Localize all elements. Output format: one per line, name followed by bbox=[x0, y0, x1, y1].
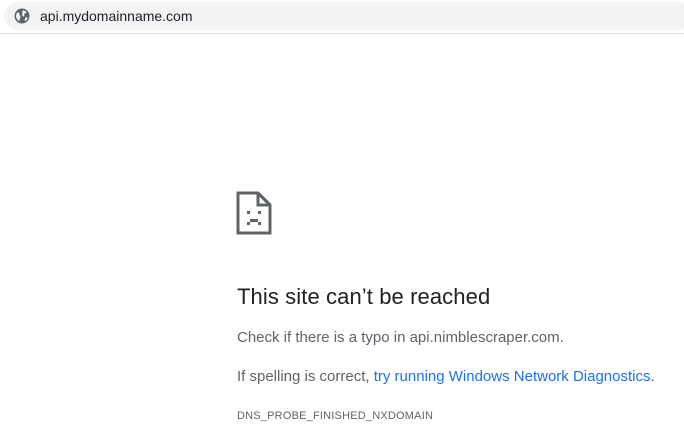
typo-suggestion: Check if there is a typo in api.nimblesc… bbox=[237, 329, 564, 346]
toolbar-divider bbox=[0, 33, 684, 34]
address-bar: api.mydomainname.com bbox=[0, 0, 684, 33]
error-title: This site can’t be reached bbox=[237, 284, 491, 309]
diagnostics-suffix: . bbox=[650, 368, 655, 385]
error-code: DNS_PROBE_FINISHED_NXDOMAIN bbox=[237, 410, 434, 422]
diagnostics-prefix: If spelling is correct, bbox=[237, 368, 374, 385]
globe-icon[interactable] bbox=[14, 8, 30, 24]
network-diagnostics-link[interactable]: try running Windows Network Diagnostics bbox=[374, 368, 651, 385]
diagnostics-suggestion: If spelling is correct, try running Wind… bbox=[237, 366, 655, 388]
url-text[interactable]: api.mydomainname.com bbox=[40, 6, 193, 26]
sad-page-icon bbox=[236, 191, 272, 235]
